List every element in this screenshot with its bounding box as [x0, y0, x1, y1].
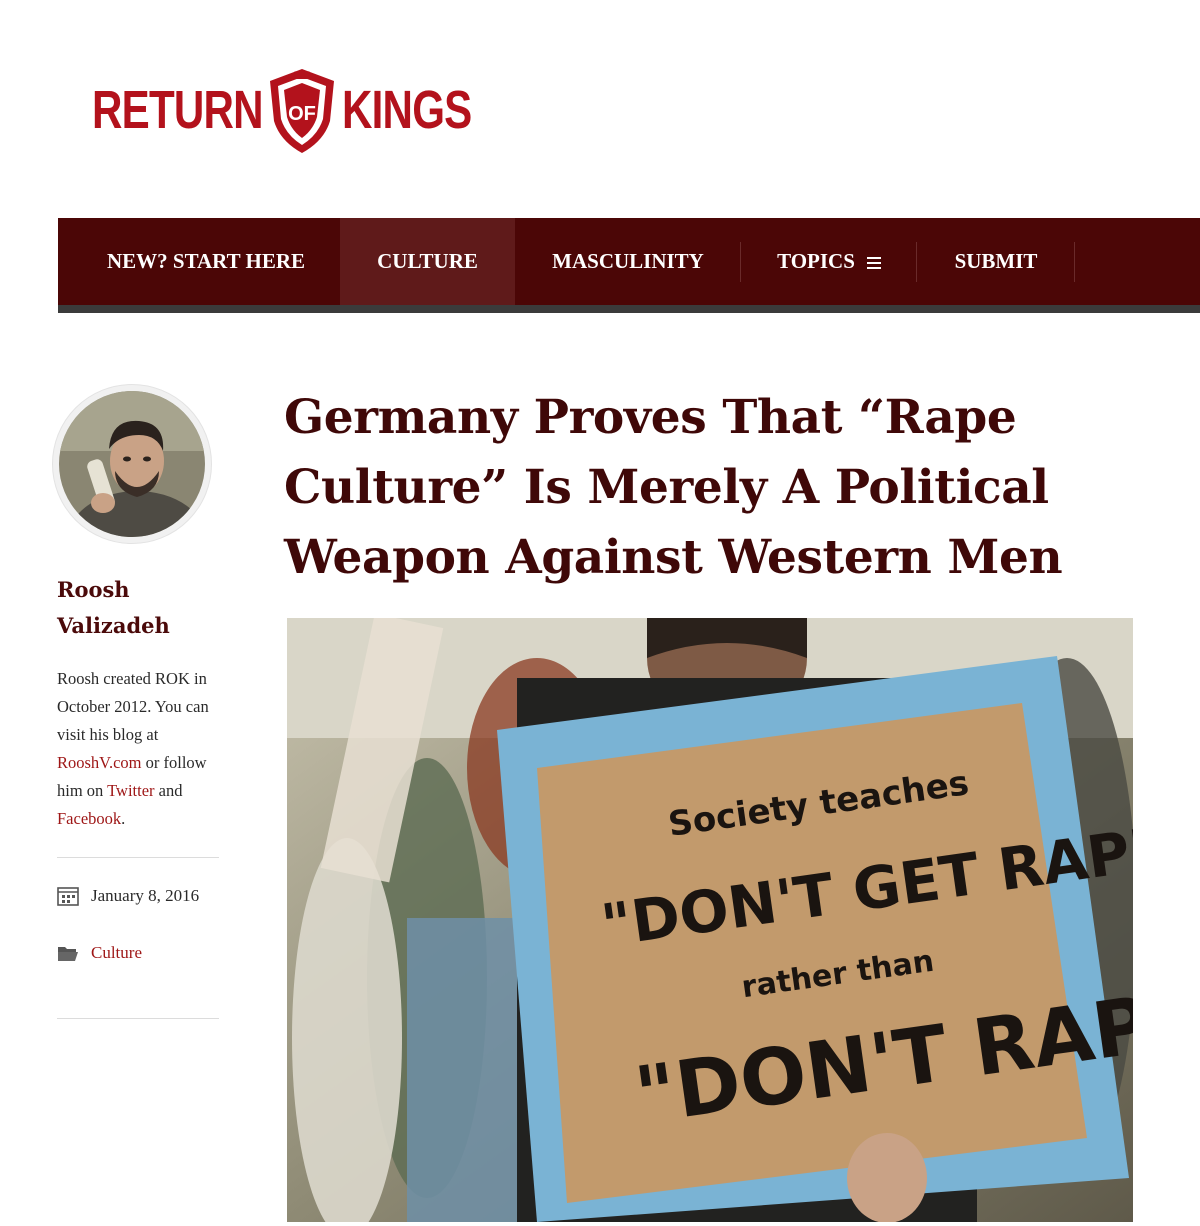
shield-icon: OF — [264, 65, 340, 155]
menu-icon — [866, 256, 881, 269]
author-last-name: Valizadeh — [57, 613, 170, 638]
nav-item-culture[interactable]: CULTURE — [340, 218, 515, 305]
folder-icon — [57, 943, 79, 963]
article-title[interactable]: Germany Proves That “Rape Culture” Is Me… — [284, 383, 1164, 593]
sidebar-divider — [57, 857, 219, 858]
nav-separator — [1074, 242, 1075, 282]
author-name[interactable]: Roosh Valizadeh — [57, 572, 207, 644]
bio-text: Roosh created ROK in October 2012. You c… — [57, 669, 209, 744]
logo-word-return: RETURN — [92, 80, 264, 140]
nav-item-topics[interactable]: TOPICS — [741, 218, 917, 305]
sidebar-divider — [57, 1018, 219, 1019]
author-first-name: Roosh — [57, 577, 130, 602]
calendar-icon — [57, 886, 79, 906]
site-logo[interactable]: RETURN OF KINGS — [92, 64, 532, 156]
bio-text: and — [154, 781, 183, 800]
logo-word-kings: KINGS — [342, 80, 472, 140]
nav-underline — [58, 305, 1200, 313]
article-hero-image: Society teaches "DON'T GET RAPED" rather… — [287, 618, 1133, 1222]
nav-item-label: CULTURE — [377, 249, 478, 273]
twitter-link[interactable]: Twitter — [107, 781, 154, 800]
main-nav: NEW? START HERE CULTURE MASCULINITY TOPI… — [58, 218, 1200, 305]
nav-item-label: SUBMIT — [954, 249, 1038, 273]
category-link[interactable]: Culture — [91, 943, 142, 963]
roosh-site-link[interactable]: RooshV.com — [57, 753, 142, 772]
nav-item-label: MASCULINITY — [552, 249, 704, 273]
nav-item-masculinity[interactable]: MASCULINITY — [515, 218, 741, 305]
nav-item-submit[interactable]: SUBMIT — [917, 218, 1075, 305]
bio-text: . — [121, 809, 126, 828]
logo-word-of: OF — [288, 103, 316, 125]
post-date: January 8, 2016 — [57, 886, 199, 906]
post-category: Culture — [57, 943, 142, 963]
nav-item-start-here[interactable]: NEW? START HERE — [58, 218, 340, 305]
facebook-link[interactable]: Facebook — [57, 809, 121, 828]
author-bio: Roosh created ROK in October 2012. You c… — [57, 665, 225, 833]
author-avatar[interactable] — [52, 384, 212, 544]
nav-item-label: NEW? START HERE — [106, 249, 306, 273]
nav-item-label: TOPICS — [777, 249, 855, 273]
post-date-text: January 8, 2016 — [91, 886, 200, 905]
